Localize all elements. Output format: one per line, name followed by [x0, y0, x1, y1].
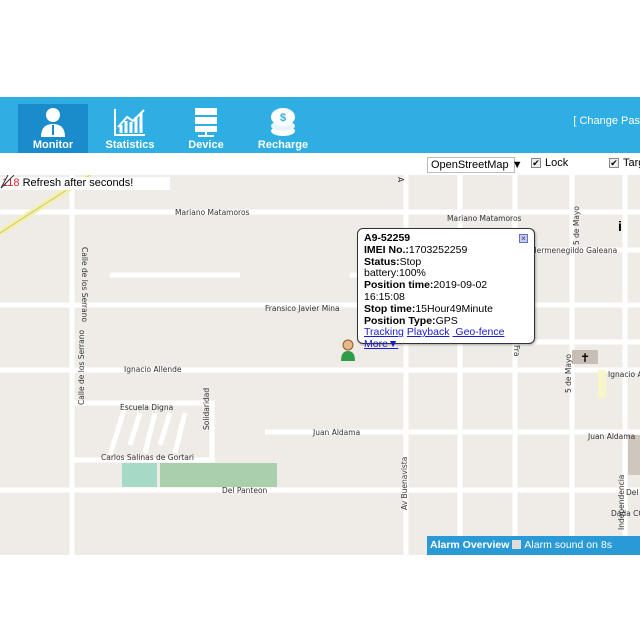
imei-label: IMEI No.:	[364, 243, 409, 256]
playback-link[interactable]: Playback	[407, 326, 450, 338]
street-label: Escuela Digna	[120, 403, 173, 412]
alarm-overview-title: Alarm Overview	[430, 539, 510, 551]
nav-recharge[interactable]: $ Recharge	[248, 104, 318, 153]
street-label: Ignacio Allende	[124, 365, 182, 374]
target-label: Targ	[623, 157, 640, 169]
street-label: Del Panteon	[222, 486, 268, 495]
alarm-sound-checkbox[interactable]	[512, 540, 522, 549]
street-label: Juan Aldama	[587, 432, 635, 441]
lock-checkbox[interactable]: ✔ Lock	[531, 157, 568, 169]
park	[160, 463, 277, 487]
alarm-sound-label: Alarm sound on 8s	[524, 539, 612, 551]
street-label: Carlos Salinas de Gortari	[101, 453, 194, 462]
nav-monitor-label: Monitor	[32, 139, 74, 151]
street-label: Mariano Matamoros	[175, 208, 250, 217]
park	[122, 463, 157, 487]
map-view[interactable]: ✝ i Mariano Matamoros Mariano Matamoros …	[0, 175, 640, 555]
lock-label: Lock	[545, 157, 569, 169]
street-label: Hermenegildo Galeana	[531, 246, 617, 255]
tracking-link[interactable]: Tracking	[364, 326, 404, 338]
imei-value: 1703252259	[408, 243, 468, 256]
svg-text:$: $	[280, 112, 286, 124]
stop-time-value: 15Hour49Minute	[415, 302, 493, 315]
target-checkbox[interactable]: ✔ Targ	[609, 157, 640, 169]
nav-device[interactable]: Device	[171, 104, 241, 153]
info-icon: i	[618, 218, 622, 234]
nav-statistics-label: Statistics	[105, 139, 155, 151]
status-value: Stop	[399, 255, 422, 268]
more-link[interactable]: More▼	[364, 338, 398, 350]
server-icon	[195, 108, 217, 137]
position-type-label: Position Type:	[364, 314, 436, 327]
geofence-link[interactable]: Geo-fence	[452, 326, 504, 338]
map-toolbar: OpenStreetMap ▼ ✔ Lock ✔ Targ	[0, 153, 640, 175]
street-label: Calle de los Serrano	[80, 247, 89, 322]
street-label: Del P	[626, 488, 640, 497]
checkbox-checked-icon: ✔	[531, 158, 541, 168]
church-icon: ✝	[580, 351, 590, 365]
street-label: 5 de Mayo	[564, 354, 573, 393]
street-label: A	[396, 177, 405, 183]
change-password-link[interactable]: [ Change Pas	[573, 115, 640, 127]
nav-device-label: Device	[188, 139, 224, 151]
chart-icon	[114, 109, 145, 136]
street-label: Independencia	[617, 475, 626, 530]
checkbox-checked-icon: ✔	[609, 158, 619, 168]
coins-icon: $	[271, 108, 295, 136]
alarm-overview-bar[interactable]: Alarm Overview Alarm sound on 8s	[427, 536, 640, 555]
street-label: Solidaridad	[202, 388, 211, 430]
position-type-value: GPS	[435, 314, 458, 327]
street-label: Calle de los Serrano	[77, 330, 86, 405]
status-label: Status:	[364, 255, 400, 268]
street-label: Av Buenavista	[400, 457, 409, 510]
map-type-select[interactable]: OpenStreetMap ▼	[427, 157, 523, 173]
street-label: Mariano Matamoros	[447, 214, 522, 223]
device-name: A9-52259	[364, 232, 411, 244]
roads	[0, 175, 640, 555]
refresh-text: Refresh after seconds!	[19, 177, 134, 189]
close-icon[interactable]: ×	[519, 234, 528, 243]
street-label: Ignacio Allende	[608, 370, 640, 379]
nav-monitor[interactable]: Monitor	[18, 104, 88, 153]
nav-recharge-label: Recharge	[257, 139, 309, 151]
stop-time-label: Stop time:	[364, 302, 416, 315]
street-label: Fransico Javier Mina	[265, 304, 340, 313]
vehicle-marker[interactable]	[341, 339, 355, 361]
device-info-popup: × A9-52259 IMEI No.:1703252259 Status:St…	[357, 228, 535, 350]
user-icon	[41, 108, 65, 137]
nav-statistics[interactable]: Statistics	[95, 104, 165, 153]
street-label: Juan Aldama	[312, 428, 360, 437]
position-time-label: Position time:	[364, 279, 434, 292]
street-map: ✝ i Mariano Matamoros Mariano Matamoros …	[0, 175, 640, 555]
refresh-countdown: 118 Refresh after seconds!	[0, 177, 170, 190]
street-label: 5 de Mayo	[572, 206, 581, 245]
popup-tail	[0, 175, 14, 189]
top-nav-bar: Monitor Statistics Device $ Recharge [ C…	[0, 97, 640, 153]
